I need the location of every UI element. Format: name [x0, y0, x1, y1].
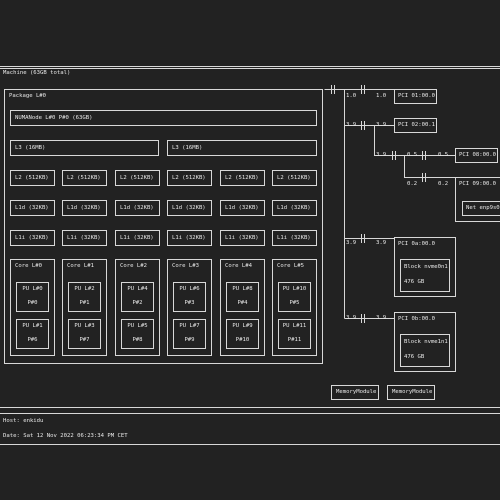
memory-module-label: MemoryModule [336, 389, 377, 395]
pci-device-box[interactable]: PCI 09:00.0 Net enp9s0 [455, 177, 500, 222]
pci-device-label: PCI 02:00.1 [398, 122, 436, 128]
pci-link-speed: 0.2 [438, 181, 449, 187]
pci-device-label: PCI 09:00.0 [459, 181, 497, 187]
memory-module-label: MemoryModule [392, 389, 433, 395]
pci-link-speed: 3.9 [346, 240, 357, 246]
pci-device-label: PCI 08:00.0 [459, 152, 497, 158]
date-label: Date: Sat 12 Nov 2022 06:23:34 PM CET [3, 433, 128, 439]
pci-link-speed: 3.9 [346, 315, 357, 321]
pci-link-speed: 0.5 [407, 152, 418, 158]
pci-device-box[interactable]: PCI 08:00.0 [455, 148, 498, 163]
network-device-label: Net enp9s0 [466, 205, 500, 211]
network-device-box[interactable]: Net enp9s0 [462, 201, 500, 216]
block-device-size: 476 GB [404, 279, 425, 285]
pci-link-speed: 3.9 [376, 240, 387, 246]
pci-device-box[interactable]: PCI 0b:00.0 Block nvme1n1 476 GB [394, 312, 456, 372]
pci-link-speed: 3.9 [376, 152, 387, 158]
pci-device-label: PCI 0a:00.0 [398, 241, 436, 247]
memory-module-box[interactable]: MemoryModule [331, 385, 379, 400]
pci-link-speed: 1.0 [346, 93, 357, 99]
pci-link-speed: 3.9 [376, 315, 387, 321]
block-device-box[interactable]: Block nvme1n1 476 GB [400, 334, 450, 367]
pci-link-speed: 0.2 [407, 181, 418, 187]
host-label: Host: enkidu [3, 418, 44, 424]
pci-device-box[interactable]: PCI 02:00.1 [394, 118, 437, 133]
pci-device-label: PCI 01:00.0 [398, 93, 436, 99]
pci-link-speed: 1.0 [376, 93, 387, 99]
bottom-separator [0, 444, 500, 445]
pci-device-label: PCI 0b:00.0 [398, 316, 436, 322]
pci-device-box[interactable]: PCI 01:00.0 [394, 89, 437, 104]
footer-separator-inner [0, 413, 500, 414]
pci-link-speed: 3.9 [346, 122, 357, 128]
block-device-box[interactable]: Block nvme0n1 476 GB [400, 259, 450, 292]
pci-link-speed: 3.9 [376, 122, 387, 128]
footer-separator [0, 407, 500, 408]
pci-link-speed: 0.5 [438, 152, 449, 158]
block-device-size: 476 GB [404, 354, 425, 360]
block-device-label: Block nvme0n1 [404, 264, 448, 270]
memory-module-box[interactable]: MemoryModule [387, 385, 435, 400]
block-device-label: Block nvme1n1 [404, 339, 448, 345]
pci-device-box[interactable]: PCI 0a:00.0 Block nvme0n1 476 GB [394, 237, 456, 297]
